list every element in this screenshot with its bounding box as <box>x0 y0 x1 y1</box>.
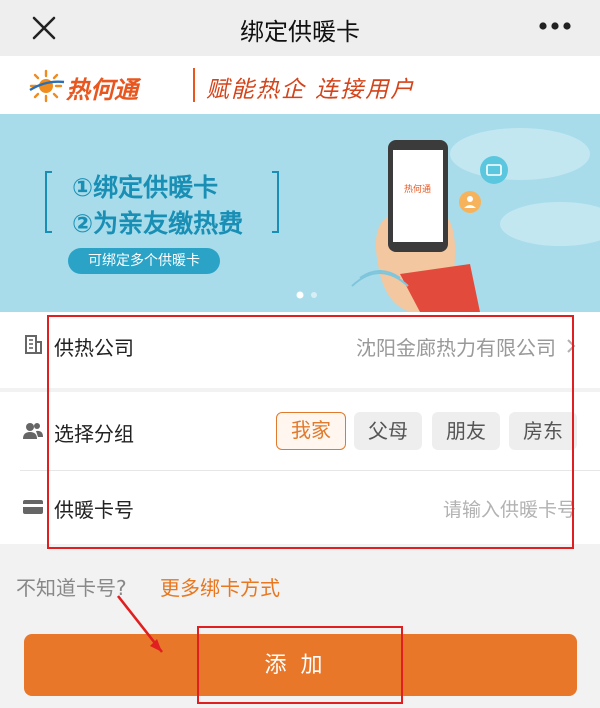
card-icon <box>23 500 43 514</box>
banner-line-1: ①绑定供暖卡 <box>72 173 219 202</box>
building-icon <box>25 335 42 354</box>
page-title: 绑定供暖卡 <box>240 18 360 46</box>
banner-line-2: ②为亲友缴热费 <box>72 209 244 238</box>
svg-text:热何通: 热何通 <box>404 183 431 195</box>
brand-slogan: 赋能热企 连接用户 <box>206 77 416 103</box>
more-options-icon[interactable] <box>538 20 572 32</box>
carousel-dots[interactable] <box>294 290 334 300</box>
banner-pill: 可绑定多个供暖卡 <box>68 248 220 274</box>
group-users-icon <box>23 423 43 439</box>
sun-logo-icon <box>29 69 65 103</box>
annotation-button-highlight <box>197 626 403 704</box>
brand-name: 热何通 <box>66 76 138 104</box>
top-bar: 绑定供暖卡 <box>0 0 600 56</box>
promo-banner[interactable]: 热何通 ①绑定供暖卡 ②为亲友缴热费 可绑定多个供暖卡 <box>0 114 600 312</box>
brand-strip: 热何通 赋能热企 连接用户 <box>0 56 600 114</box>
annotation-form-highlight <box>47 315 574 549</box>
hint-text: 不知道卡号? <box>16 576 127 600</box>
brand-divider <box>193 68 195 102</box>
more-binding-methods-link[interactable]: 更多绑卡方式 <box>160 572 280 601</box>
